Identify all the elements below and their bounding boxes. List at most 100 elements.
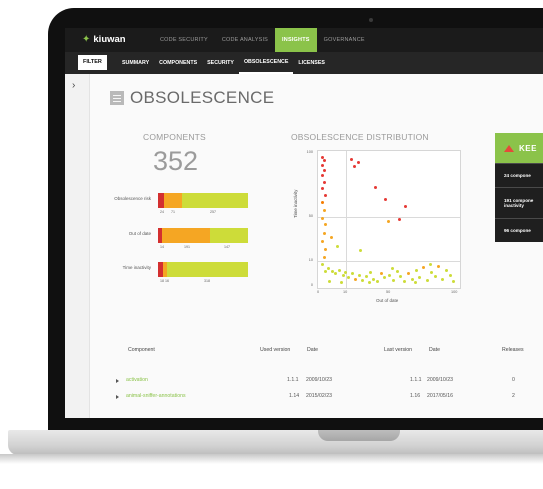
scatter-point[interactable] bbox=[356, 161, 360, 165]
scatter-point[interactable] bbox=[324, 193, 328, 197]
scatter-point[interactable] bbox=[386, 219, 390, 223]
scatter-point[interactable] bbox=[321, 216, 325, 220]
tab-licenses[interactable]: LICENSES bbox=[293, 52, 330, 74]
scatter-point[interactable] bbox=[341, 273, 345, 277]
scatter-point[interactable] bbox=[328, 280, 332, 284]
scatter-point[interactable] bbox=[392, 278, 396, 282]
nav-governance[interactable]: GOVERNANCE bbox=[317, 28, 372, 52]
scatter-point[interactable] bbox=[404, 205, 408, 209]
scatter-point[interactable] bbox=[411, 277, 415, 281]
chevron-right-icon[interactable]: › bbox=[72, 80, 75, 91]
scatter-point[interactable] bbox=[364, 274, 368, 278]
expand-icon[interactable] bbox=[116, 379, 119, 383]
scatter-point[interactable] bbox=[428, 263, 432, 267]
column-header-date[interactable]: Date bbox=[429, 347, 440, 353]
scatter-point[interactable] bbox=[321, 174, 325, 178]
column-header-date[interactable]: Date bbox=[307, 347, 318, 353]
scatter-point[interactable] bbox=[360, 278, 364, 282]
scatter-point[interactable] bbox=[321, 164, 325, 168]
scatter-point[interactable] bbox=[322, 232, 326, 236]
scatter-point[interactable] bbox=[379, 272, 383, 276]
scatter-point[interactable] bbox=[340, 281, 344, 285]
stacked-bar[interactable] bbox=[158, 228, 248, 243]
scatter-point[interactable] bbox=[402, 280, 406, 284]
scatter-point[interactable] bbox=[415, 268, 419, 272]
nav-code-analysis[interactable]: CODE ANALYSIS bbox=[215, 28, 275, 52]
stacked-bar[interactable] bbox=[158, 193, 248, 208]
column-header-releases[interactable]: Releases bbox=[502, 347, 524, 353]
scatter-point[interactable] bbox=[413, 281, 417, 285]
scatter-point[interactable] bbox=[434, 274, 438, 278]
scatter-point[interactable] bbox=[430, 271, 434, 275]
scatter-point[interactable] bbox=[336, 245, 340, 249]
scatter-point[interactable] bbox=[390, 267, 394, 271]
keep-item[interactable]: 24 compone bbox=[495, 163, 543, 187]
scatter-point[interactable] bbox=[324, 269, 328, 273]
scatter-point[interactable] bbox=[417, 276, 421, 280]
column-header-used-version[interactable]: Used version bbox=[260, 347, 290, 353]
scatter-point[interactable] bbox=[324, 247, 328, 251]
scatter-point[interactable] bbox=[368, 271, 372, 275]
tab-obsolescence[interactable]: OBSOLESCENCE bbox=[238, 52, 294, 74]
keep-item[interactable]: 191 compone inactivity bbox=[495, 187, 543, 218]
scatter-point[interactable] bbox=[344, 271, 348, 275]
scatter-point[interactable] bbox=[321, 201, 325, 205]
table-row[interactable]: animal-sniffer-annotations 1.14 2015/02/… bbox=[65, 393, 543, 407]
scatter-point[interactable] bbox=[398, 274, 402, 278]
nav-code-security[interactable]: CODE SECURITY bbox=[153, 28, 215, 52]
stacked-bar[interactable] bbox=[158, 262, 248, 277]
scatter-point[interactable] bbox=[374, 185, 378, 189]
scatter-point[interactable] bbox=[367, 281, 371, 285]
scatter-point[interactable] bbox=[322, 255, 326, 259]
tab-summary[interactable]: SUMMARY bbox=[117, 52, 154, 74]
filter-button[interactable]: FILTER bbox=[78, 55, 107, 70]
scatter-point[interactable] bbox=[441, 277, 445, 281]
scatter-point[interactable] bbox=[337, 268, 341, 272]
scatter-point[interactable] bbox=[397, 218, 401, 222]
scatter-point[interactable] bbox=[329, 236, 333, 240]
scatter-point[interactable] bbox=[388, 273, 391, 277]
scatter-point[interactable] bbox=[383, 197, 387, 201]
scatter-point[interactable] bbox=[436, 264, 440, 268]
scatter-point[interactable] bbox=[426, 278, 430, 282]
column-header-last-version[interactable]: Last version bbox=[384, 347, 412, 353]
scatter-point[interactable] bbox=[382, 276, 386, 280]
scatter-point[interactable] bbox=[321, 187, 325, 191]
scatter-point[interactable] bbox=[354, 277, 357, 281]
scatter-point[interactable] bbox=[449, 273, 453, 277]
expand-icon[interactable] bbox=[116, 395, 119, 399]
tab-security[interactable]: SECURITY bbox=[202, 52, 239, 74]
scatter-point[interactable] bbox=[407, 272, 411, 276]
scatter-point[interactable] bbox=[422, 265, 425, 269]
scatter-point[interactable] bbox=[451, 280, 455, 284]
scatter-point[interactable] bbox=[321, 240, 325, 244]
scatter-point[interactable] bbox=[349, 157, 353, 161]
tab-components[interactable]: COMPONENTS bbox=[154, 52, 202, 74]
cell-component[interactable]: animal-sniffer-annotations bbox=[126, 393, 186, 399]
scatter-point[interactable] bbox=[371, 277, 375, 281]
scatter-point[interactable] bbox=[321, 263, 325, 267]
scatter-point[interactable] bbox=[445, 268, 449, 272]
column-header-component[interactable]: Component bbox=[128, 347, 155, 353]
scatter-point[interactable] bbox=[324, 223, 328, 227]
scatter-point[interactable] bbox=[351, 272, 355, 276]
nav-insights[interactable]: INSIGHTS bbox=[275, 28, 317, 52]
scatter-point[interactable] bbox=[322, 209, 326, 213]
cell-component[interactable]: activation bbox=[126, 377, 148, 383]
scatter-point[interactable] bbox=[347, 276, 351, 280]
scatter-point[interactable] bbox=[326, 267, 330, 271]
table-row[interactable]: activation 1.1.1 2009/10/23 1.1.1 2009/1… bbox=[65, 377, 543, 391]
keep-header[interactable]: KEE bbox=[495, 133, 543, 163]
scatter-plot[interactable] bbox=[317, 150, 461, 289]
scatter-point[interactable] bbox=[358, 273, 362, 277]
scatter-point[interactable] bbox=[322, 180, 326, 184]
scatter-point[interactable] bbox=[333, 272, 337, 276]
scatter-point[interactable] bbox=[322, 169, 326, 173]
keep-item[interactable]: 96 compone bbox=[495, 218, 543, 242]
scatter-point[interactable] bbox=[396, 269, 400, 273]
scatter-point[interactable] bbox=[352, 165, 356, 169]
scatter-point[interactable] bbox=[322, 158, 326, 162]
scatter-point[interactable] bbox=[375, 280, 379, 284]
scatter-point[interactable] bbox=[359, 249, 363, 253]
app-logo[interactable]: ✦ kiuwan bbox=[82, 34, 126, 45]
